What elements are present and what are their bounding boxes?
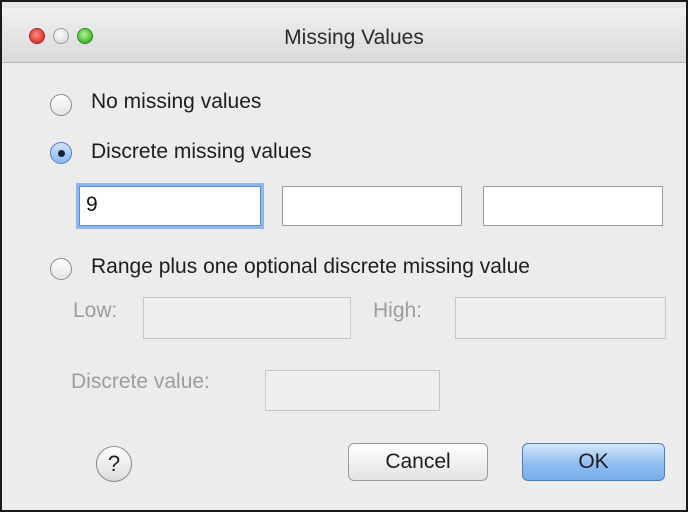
missing-values-dialog: Missing Values No missing values Discret…	[0, 0, 688, 512]
title-bar[interactable]: Missing Values	[2, 2, 686, 63]
low-label: Low:	[73, 299, 118, 322]
discrete-value-2-field[interactable]	[282, 186, 462, 226]
window-title: Missing Values	[284, 26, 424, 49]
ok-button[interactable]: OK	[522, 443, 665, 481]
high-field[interactable]	[455, 297, 666, 339]
discrete-value-3-field[interactable]	[483, 186, 663, 226]
no-missing-radio[interactable]	[50, 94, 72, 116]
help-icon[interactable]: ?	[96, 446, 132, 482]
no-missing-label[interactable]: No missing values	[91, 90, 261, 114]
cancel-button[interactable]: Cancel	[348, 443, 488, 481]
discrete-value-label: Discrete value:	[71, 370, 210, 393]
background-window-strip	[2, 2, 686, 8]
range-label[interactable]: Range plus one optional discrete missing…	[91, 255, 530, 279]
high-label: High:	[373, 299, 423, 322]
discrete-value-field[interactable]	[265, 370, 440, 411]
discrete-label[interactable]: Discrete missing values	[91, 140, 312, 164]
radio-selected-dot	[58, 150, 65, 157]
range-radio[interactable]	[50, 258, 72, 280]
discrete-value-1-field[interactable]: 9	[79, 186, 261, 226]
discrete-radio[interactable]	[50, 142, 72, 164]
low-field[interactable]	[143, 297, 351, 339]
